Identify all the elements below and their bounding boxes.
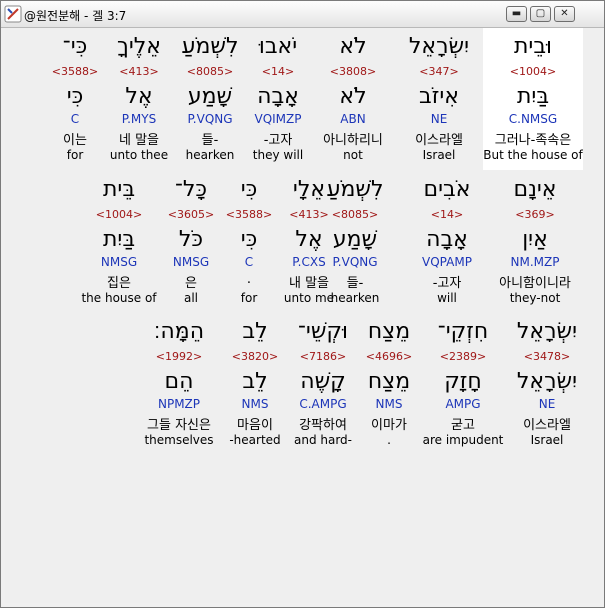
- hebrew-word: אֹבִים: [423, 177, 471, 202]
- word-cell[interactable]: בֵּית <1004> בַּיִת NMSG 집은 the house of: [69, 171, 169, 313]
- hebrew-word: בֵּית: [102, 177, 136, 202]
- korean-gloss: 그들 자신은: [147, 418, 211, 433]
- hebrew-lemma: אַיִן: [522, 227, 548, 252]
- strong-number: <1992>: [155, 350, 203, 363]
- interlinear-panel: וּבֵית <1004> בַּיִת C.NMSG 그러나-족속은 But …: [5, 28, 600, 603]
- hebrew-lemma: אִיזֹב: [419, 84, 459, 109]
- hebrew-word: אֵינָם: [513, 177, 557, 202]
- close-button[interactable]: ✕: [554, 6, 575, 22]
- title-bar[interactable]: @원전분해 - 겔 3:7 ▬ ▢ ✕: [1, 1, 604, 28]
- korean-gloss: 그러나-족속은: [494, 133, 572, 148]
- hebrew-lemma: בַּיִת: [102, 227, 136, 252]
- app-window: @원전분해 - 겔 3:7 ▬ ▢ ✕ וּבֵית <1004> בַּיִת…: [0, 0, 605, 608]
- app-icon: [4, 5, 22, 23]
- korean-gloss: -고자: [432, 276, 462, 291]
- strong-number: <369>: [515, 208, 555, 221]
- hebrew-word: יִשְׂרָאֵל: [408, 34, 470, 59]
- morphology-code: NM.MZP: [510, 255, 560, 269]
- word-cell[interactable]: וּבֵית <1004> בַּיִת C.NMSG 그러나-족속은 But …: [483, 28, 583, 170]
- strong-number: <1004>: [509, 65, 557, 78]
- word-cell[interactable]: אֹבִים <14> אָבָה VQPAMP -고자 will: [397, 171, 497, 313]
- hebrew-word: הֵמָּה׃: [153, 319, 205, 344]
- english-gloss: themselves: [144, 433, 214, 447]
- morphology-code: C: [70, 112, 80, 126]
- strong-number: <3588>: [51, 65, 99, 78]
- window-title: @원전분해 - 겔 3:7: [24, 9, 127, 23]
- hebrew-word: כִּי־: [62, 34, 88, 59]
- morphology-code: C.NMSG: [508, 112, 558, 126]
- hebrew-lemma: כִּי: [66, 84, 84, 109]
- english-gloss: will: [437, 291, 457, 305]
- morphology-code: NPMZP: [157, 397, 201, 411]
- english-gloss: Israel: [422, 148, 456, 162]
- hebrew-lemma: אָבָה: [426, 227, 468, 252]
- hebrew-word: וּבֵית: [513, 34, 553, 59]
- korean-gloss: 이스라엘: [415, 133, 463, 148]
- strong-number: <347>: [419, 65, 459, 78]
- minimize-icon: ▬: [511, 8, 522, 19]
- word-cell[interactable]: כִּי־ <3588> כִּי C 이는 for: [25, 28, 125, 170]
- word-cell[interactable]: יִשְׂרָאֵל <347> אִיזֹב NE 이스라엘 Israel: [389, 28, 489, 170]
- minimize-button[interactable]: ▬: [506, 6, 527, 22]
- korean-gloss: 이는: [63, 133, 87, 148]
- hebrew-lemma: בַּיִת: [516, 84, 550, 109]
- strong-number: <1004>: [95, 208, 143, 221]
- morphology-code: NMSG: [100, 255, 138, 269]
- english-gloss: for: [66, 148, 84, 162]
- strong-number: <14>: [430, 208, 464, 221]
- morphology-code: VQPAMP: [422, 255, 472, 269]
- maximize-button[interactable]: ▢: [530, 6, 551, 22]
- word-cell[interactable]: הֵמָּה׃ <1992> הֵם NPMZP 그들 자신은 themselv…: [129, 313, 229, 455]
- korean-gloss: 집은: [107, 276, 131, 291]
- english-gloss: they-not: [509, 291, 561, 305]
- close-icon: ✕: [560, 8, 569, 19]
- hebrew-lemma: הֵם: [164, 369, 194, 394]
- maximize-icon: ▢: [535, 8, 546, 19]
- korean-gloss: 아니함이니라: [499, 276, 571, 291]
- morphology-code: NE: [430, 112, 448, 126]
- word-cell[interactable]: אֵינָם <369> אַיִן NM.MZP 아니함이니라 they-no…: [485, 171, 585, 313]
- english-gloss: the house of: [81, 291, 157, 305]
- english-gloss: But the house of: [483, 148, 583, 162]
